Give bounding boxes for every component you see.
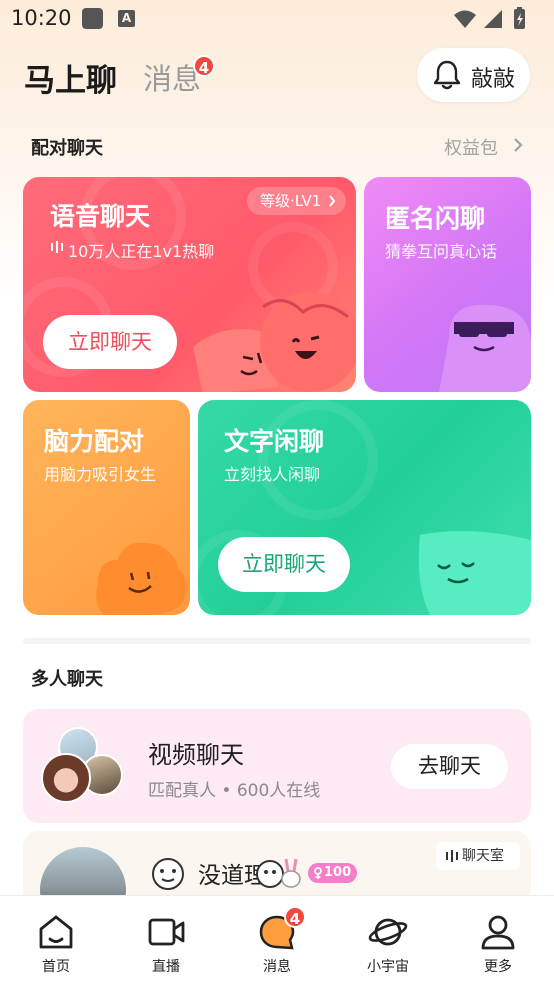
level-pill[interactable]: 等级·LV1	[247, 187, 346, 215]
knock-button[interactable]: 敲敲	[417, 48, 530, 102]
home-icon	[39, 915, 73, 949]
tab-quick-chat[interactable]: 马上聊	[24, 55, 117, 100]
bell-icon	[433, 60, 461, 90]
notification-icon	[82, 8, 103, 29]
voice-mascot-illustration	[193, 292, 356, 392]
brain-match-card[interactable]: 脑力配对 用脑力吸引女生	[23, 400, 190, 615]
text-start-chat-button[interactable]: 立即聊天	[218, 537, 350, 592]
nav-more[interactable]: 更多	[443, 896, 553, 984]
status-icons	[454, 7, 525, 29]
status-time: 10:20	[11, 6, 72, 30]
messages-badge: 4	[193, 55, 215, 77]
a-icon: A	[118, 10, 135, 27]
match-section-title: 配对聊天	[31, 138, 103, 159]
anonymous-chat-card[interactable]: 匿名闪聊 猜拳互问真心话	[364, 177, 531, 392]
voice-chat-title: 语音聊天	[50, 202, 151, 231]
level-label: 等级·LV1	[260, 192, 322, 210]
voice-chat-card[interactable]: 语音聊天 等级·LV1 10万人正在1v1热聊 立即聊天	[23, 177, 356, 392]
emoji-bunny-icon	[256, 858, 301, 888]
chat-room-tag: 聊天室	[436, 842, 520, 870]
benefit-link[interactable]: 权益包	[444, 134, 498, 160]
voice-start-chat-button[interactable]: 立即聊天	[43, 315, 177, 369]
planet-icon	[368, 918, 408, 946]
battery-icon	[514, 7, 525, 29]
status-bar: 10:20 A	[0, 0, 554, 38]
chat-room-tag-label: 聊天室	[462, 848, 504, 864]
nav-universe-label: 小宇宙	[367, 959, 409, 975]
text-chat-subtitle: 立刻找人闲聊	[224, 465, 321, 484]
bottom-nav: 首页 直播 4 消息 小宇宙 更多	[0, 896, 554, 984]
nav-live[interactable]: 直播	[111, 896, 221, 984]
chevron-right-icon	[329, 195, 336, 207]
video-camera-icon	[148, 918, 185, 946]
nav-universe[interactable]: 小宇宙	[333, 896, 443, 984]
brain-mascot-illustration	[96, 542, 187, 615]
video-chat-subtitle: 匹配真人 • 600人在线	[148, 781, 321, 801]
nav-home[interactable]: 首页	[1, 896, 111, 984]
wifi-icon	[454, 10, 476, 28]
knock-label: 敲敲	[471, 67, 516, 92]
female-symbol-icon	[314, 867, 322, 879]
nav-messages-label: 消息	[263, 959, 291, 975]
brain-match-subtitle: 用脑力吸引女生	[44, 465, 157, 484]
nav-home-label: 首页	[42, 959, 70, 975]
text-chat-title: 文字闲聊	[224, 427, 325, 456]
brain-match-title: 脑力配对	[44, 427, 145, 456]
text-chat-card[interactable]: 文字闲聊 立刻找人闲聊 立即聊天	[198, 400, 531, 615]
anonymous-chat-subtitle: 猜拳互问真心话	[385, 242, 498, 261]
sound-wave-icon	[51, 241, 63, 253]
person-icon	[481, 915, 515, 950]
sunglasses-mascot-illustration	[439, 304, 531, 392]
sound-wave-icon	[446, 850, 458, 862]
go-chat-button[interactable]: 去聊天	[391, 744, 508, 789]
signal-icon	[484, 10, 502, 28]
video-chat-row[interactable]: 视频聊天 匹配真人 • 600人在线 去聊天	[23, 709, 531, 823]
anonymous-chat-title: 匿名闪聊	[385, 204, 486, 233]
voice-chat-subtitle: 10万人正在1v1热聊	[68, 242, 215, 261]
avatar	[41, 753, 91, 803]
chevron-right-icon[interactable]	[512, 137, 524, 153]
text-mascot-illustration	[418, 531, 531, 615]
level-badge: 100	[308, 863, 357, 883]
tab-messages[interactable]: 消息	[143, 56, 201, 98]
nav-messages-badge: 4	[284, 906, 306, 928]
nav-messages[interactable]: 4 消息	[222, 896, 332, 984]
nav-live-label: 直播	[152, 959, 180, 975]
emoji-face-icon	[152, 858, 184, 890]
group-section-title: 多人聊天	[31, 669, 103, 690]
level-badge-value: 100	[324, 865, 352, 880]
section-divider	[23, 638, 531, 644]
nav-more-label: 更多	[484, 959, 512, 975]
video-chat-title: 视频聊天	[148, 741, 244, 769]
